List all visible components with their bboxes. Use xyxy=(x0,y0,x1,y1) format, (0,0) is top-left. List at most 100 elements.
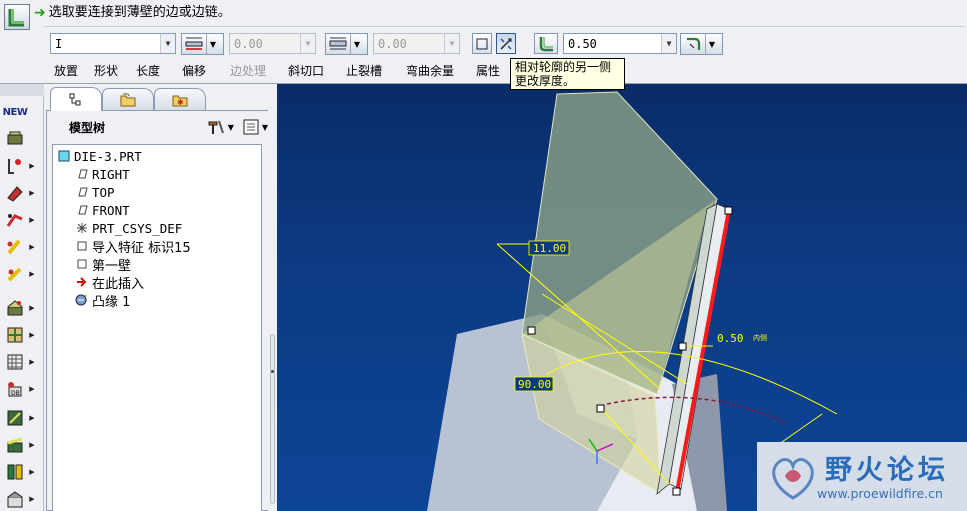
length-type-button-2[interactable]: ▼ xyxy=(325,33,368,55)
tree-node-label: 导入特征 标识15 xyxy=(92,240,191,256)
shape-combo[interactable]: I ▼ xyxy=(50,33,176,54)
chevron-down-icon[interactable]: ▼ xyxy=(160,34,175,53)
splitter-grip[interactable] xyxy=(270,334,275,504)
tab-bend-allowance[interactable]: 弯曲余量 xyxy=(406,62,454,79)
flyout-arrow-icon[interactable]: ▶ xyxy=(27,331,37,339)
flyout-arrow-icon[interactable]: ▶ xyxy=(27,162,37,170)
thickness-combo[interactable]: 0.50 ▼ xyxy=(563,33,677,54)
corner-relief-icon xyxy=(3,433,27,457)
tab-folder-browser[interactable] xyxy=(102,88,154,110)
tree-node-right[interactable]: RIGHT xyxy=(75,165,130,183)
length-value-2: 0.00 xyxy=(378,36,407,51)
wall-button[interactable] xyxy=(3,127,41,151)
tree-node-insert-here[interactable]: 在此插入 xyxy=(75,273,145,292)
unbend-button[interactable]: ▶ xyxy=(3,323,41,347)
dim-label-height[interactable]: 11.00 xyxy=(528,240,570,256)
flyout-arrow-icon[interactable]: ▶ xyxy=(27,468,37,476)
flyout-arrow-icon[interactable]: ▶ xyxy=(27,414,37,422)
tab-miter-cuts[interactable]: 斜切口 xyxy=(288,62,324,79)
csys-icon xyxy=(75,221,89,235)
tree-node-part[interactable]: DIE-3.PRT xyxy=(57,147,142,165)
convert-icon xyxy=(3,487,27,511)
chevron-down-icon[interactable]: ▼ xyxy=(350,34,363,54)
deform-button[interactable]: DB ▶ xyxy=(3,377,41,401)
navigator-panel: ✱ 模型树 ▼ ▼ DIE-3.PRT RIGHT TOP FRONT PRT_… xyxy=(44,84,277,511)
flat-wall-button[interactable]: ▶ xyxy=(3,154,41,178)
tab-length[interactable]: 长度 xyxy=(136,62,160,79)
length-type-button-1[interactable]: ▼ xyxy=(181,33,224,55)
tree-settings-button[interactable]: ▼ xyxy=(206,118,234,136)
splitter-dot xyxy=(271,370,274,373)
tree-node-label: 在此插入 xyxy=(92,276,145,292)
bend-side-button[interactable]: ▼ xyxy=(680,33,723,55)
tab-relief[interactable]: 止裂槽 xyxy=(346,62,382,79)
tree-node-csys[interactable]: PRT_CSYS_DEF xyxy=(75,219,182,237)
drag-handle[interactable] xyxy=(596,404,605,413)
flyout-arrow-icon[interactable]: ▶ xyxy=(27,189,37,197)
chevron-down-icon[interactable]: ▼ xyxy=(228,123,234,132)
tree-node-label: TOP xyxy=(92,184,115,200)
tab-placement[interactable]: 放置 xyxy=(54,62,78,79)
flyout-arrow-icon[interactable]: ▶ xyxy=(27,270,37,278)
new-button[interactable]: NEW xyxy=(3,100,41,124)
tab-properties[interactable]: 属性 xyxy=(476,62,500,79)
bend-button[interactable]: ▶ xyxy=(3,296,41,320)
bend-radius-button[interactable] xyxy=(534,33,558,54)
flip-direction-button[interactable] xyxy=(472,33,492,54)
flyout-arrow-icon[interactable]: ▶ xyxy=(27,304,37,312)
chevron-down-icon: ▼ xyxy=(300,34,315,53)
tree-node-front[interactable]: FRONT xyxy=(75,201,130,219)
corner-relief-button[interactable]: ▶ xyxy=(3,433,41,457)
tree-node-top[interactable]: TOP xyxy=(75,183,115,201)
dim-thickness-text: 0.50 xyxy=(717,332,744,345)
status-prompt: ➜ 选取要连接到薄壁的边或边链。 xyxy=(34,4,231,22)
blend-wall-button[interactable]: ▶ xyxy=(3,235,41,259)
tree-node-import-feature[interactable]: 导入特征 标识15 xyxy=(75,237,191,256)
rip-button[interactable]: ▶ xyxy=(3,406,41,430)
flange-wall-button[interactable]: ▶ xyxy=(3,262,41,286)
flyout-arrow-icon[interactable]: ▶ xyxy=(27,385,37,393)
length-value-1: 0.00 xyxy=(234,36,263,51)
merge-button[interactable]: ▶ xyxy=(3,460,41,484)
chevron-down-icon[interactable]: ▼ xyxy=(705,34,718,54)
tab-favorites[interactable]: ✱ xyxy=(154,88,206,110)
flyout-arrow-icon[interactable]: ▶ xyxy=(27,243,37,251)
dim-label-thickness[interactable]: 0.50 内侧 xyxy=(717,332,767,345)
tree-node-first-wall[interactable]: 第一壁 xyxy=(75,255,131,274)
flip-thickness-button[interactable] xyxy=(496,33,516,54)
navigator-splitter[interactable] xyxy=(268,84,277,511)
flange-wall-icon xyxy=(3,262,27,286)
tree-show-button[interactable]: ▼ xyxy=(242,118,268,136)
new-icon: NEW xyxy=(2,100,28,124)
dim-label-angle[interactable]: 90.00 xyxy=(514,376,554,392)
chevron-down-icon[interactable]: ▼ xyxy=(206,34,219,54)
datum-plane-icon xyxy=(75,185,89,199)
revolve-wall-button[interactable]: ▶ xyxy=(3,208,41,232)
drag-handle[interactable] xyxy=(724,206,733,215)
flyout-arrow-icon[interactable]: ▶ xyxy=(27,216,37,224)
flip-thickness-icon xyxy=(500,37,512,50)
favorites-icon: ✱ xyxy=(172,95,188,107)
flyout-arrow-icon[interactable]: ▶ xyxy=(27,495,37,503)
chevron-down-icon[interactable]: ▼ xyxy=(661,34,676,53)
flange-icon: * xyxy=(75,293,89,307)
flat-pattern-button[interactable]: ▶ xyxy=(3,350,41,374)
angle-witness xyxy=(781,413,823,443)
tab-model-tree[interactable] xyxy=(50,87,102,111)
tree-node-label: 凸缘 1 xyxy=(92,294,131,310)
prompt-arrow-icon: ➜ xyxy=(34,5,46,21)
flyout-arrow-icon[interactable]: ▶ xyxy=(27,441,37,449)
feature-icon xyxy=(75,239,89,253)
tab-offset[interactable]: 偏移 xyxy=(182,62,206,79)
new-label: NEW xyxy=(2,106,28,118)
tab-shape[interactable]: 形状 xyxy=(94,62,118,79)
drag-handle[interactable] xyxy=(672,487,681,496)
flyout-arrow-icon[interactable]: ▶ xyxy=(27,358,37,366)
extrude-wall-button[interactable]: ▶ xyxy=(3,181,41,205)
drag-handle[interactable] xyxy=(527,326,536,335)
tab-edge-treatment: 边处理 xyxy=(230,64,267,78)
tree-node-flange[interactable]: * 凸缘 1 xyxy=(75,291,131,310)
drag-handle[interactable] xyxy=(678,342,687,351)
blend-wall-icon xyxy=(3,235,27,259)
sheetmetal-convert-button[interactable]: ▶ xyxy=(3,487,41,511)
